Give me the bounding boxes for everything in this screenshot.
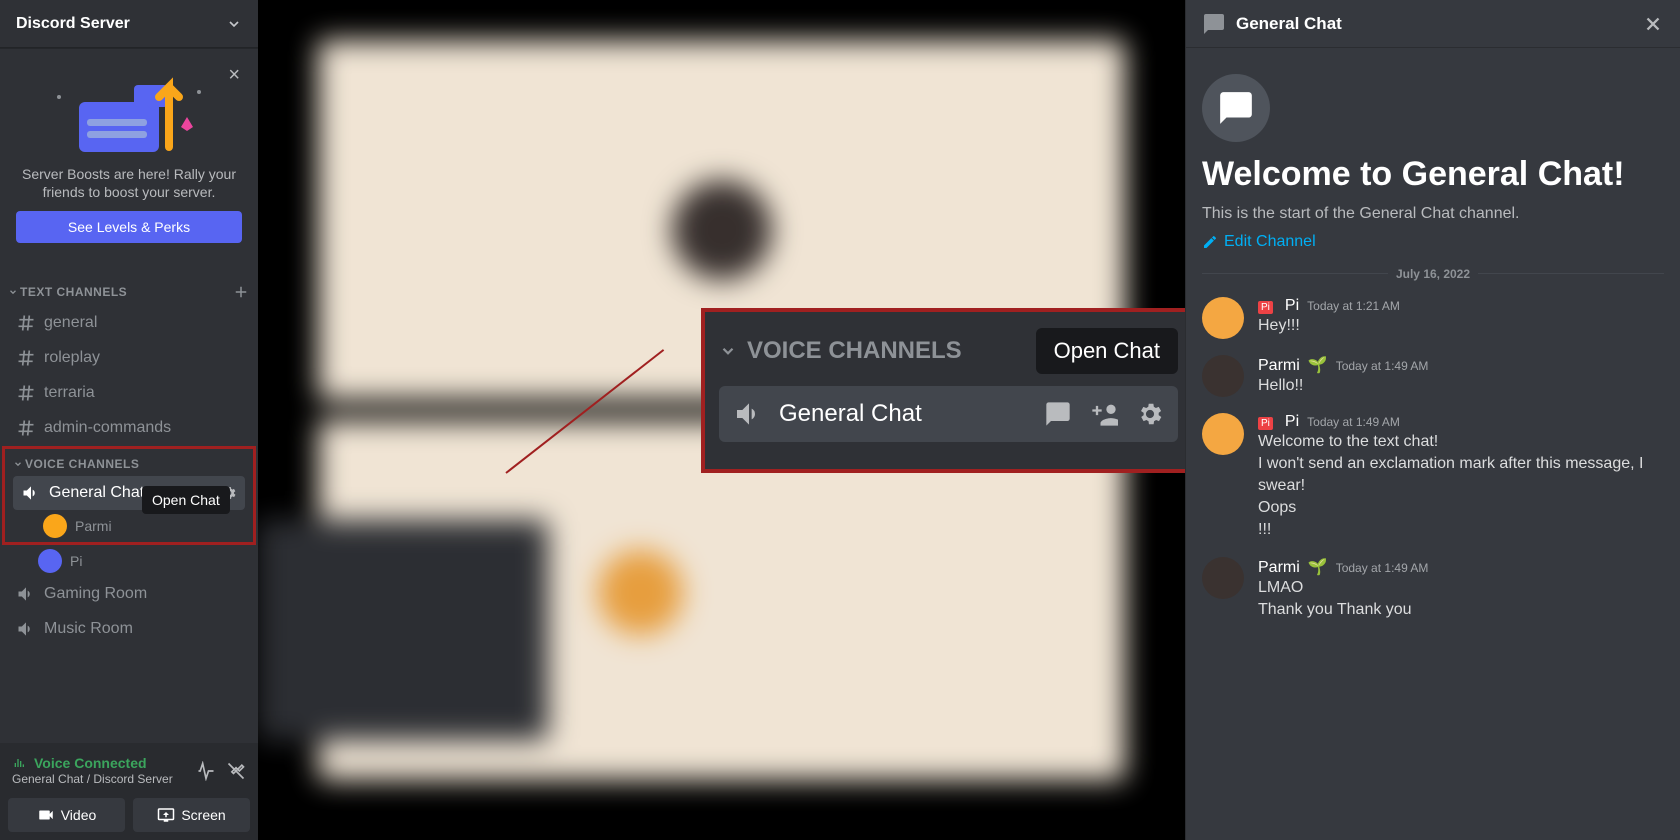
add-channel-icon[interactable]: [232, 283, 250, 301]
zoom-open-chat-tooltip: Open Chat: [1036, 328, 1178, 374]
boost-card: × Server Boosts are here! Rally your fri…: [8, 56, 250, 251]
message-author[interactable]: Pi: [1285, 297, 1299, 315]
text-channel-item[interactable]: terraria: [8, 376, 250, 410]
avatar[interactable]: [1202, 297, 1244, 339]
bottom-panel: Voice Connected General Chat / Discord S…: [0, 743, 258, 840]
chat-title-text: General Chat: [1236, 14, 1342, 34]
text-channel-item[interactable]: admin-commands: [8, 411, 250, 445]
hash-icon: [16, 348, 36, 368]
text-channel-item[interactable]: general: [8, 306, 250, 340]
category-label: VOICE CHANNELS: [13, 457, 139, 471]
message-timestamp: Today at 1:49 AM: [1336, 359, 1429, 373]
chevron-down-icon: [226, 16, 242, 32]
voice-user-pi[interactable]: Pi: [8, 546, 250, 576]
pi-badge: Pi: [1258, 417, 1273, 430]
avatar[interactable]: [1202, 413, 1244, 455]
speaker-icon: [733, 398, 765, 430]
message: Parmi 🌱 Today at 1:49 AM Hello!!: [1202, 351, 1664, 409]
channel-name: admin-commands: [44, 419, 171, 437]
zoom-callout: VOICE CHANNELS Open Chat General Chat: [701, 308, 1185, 473]
main-video-area: VOICE CHANNELS Open Chat General Chat: [258, 0, 1185, 840]
zoom-category-label: VOICE CHANNELS: [747, 337, 962, 365]
channel-name: Music Room: [44, 620, 133, 638]
voice-location: General Chat / Discord Server: [12, 772, 173, 786]
channel-list: TEXT CHANNELS general roleplay terraria adm…: [0, 267, 258, 743]
zoom-channel-name: General Chat: [779, 400, 1030, 428]
avatar: [38, 549, 62, 573]
speaker-icon: [16, 584, 36, 604]
voice-channel-item[interactable]: Gaming Room: [8, 577, 250, 611]
text-channel-item[interactable]: roleplay: [8, 341, 250, 375]
noise-suppression-icon[interactable]: [196, 761, 216, 781]
pi-badge: Pi: [1258, 301, 1273, 314]
message-author[interactable]: Pi: [1285, 413, 1299, 431]
avatar[interactable]: [1202, 355, 1244, 397]
message: Pi Pi Today at 1:21 AM Hey!!!: [1202, 293, 1664, 351]
chat-bubble-icon: [1202, 12, 1226, 36]
edit-channel-link[interactable]: Edit Channel: [1202, 233, 1664, 251]
avatar: [43, 514, 67, 538]
welcome-title: Welcome to General Chat!: [1202, 154, 1664, 195]
chat-bubble-icon: [1202, 74, 1270, 142]
date-divider: July 16, 2022: [1202, 267, 1664, 281]
message-author[interactable]: Parmi: [1258, 559, 1300, 577]
hash-icon: [16, 313, 36, 333]
voice-status: Voice Connected General Chat / Discord S…: [8, 751, 250, 790]
open-chat-tooltip: Open Chat: [142, 486, 230, 514]
voice-user-name: Pi: [70, 553, 82, 569]
message-timestamp: Today at 1:49 AM: [1307, 415, 1400, 429]
chat-header: General Chat: [1186, 0, 1680, 48]
message-author[interactable]: Parmi: [1258, 357, 1300, 375]
server-name: Discord Server: [16, 15, 130, 33]
message-text: LMAOThank you Thank you: [1258, 577, 1664, 621]
leaf-icon: 🌱: [1308, 557, 1328, 577]
voice-user-parmi[interactable]: Parmi: [13, 511, 245, 541]
text-channels-category[interactable]: TEXT CHANNELS: [0, 267, 258, 305]
voice-connected-label: Voice Connected: [12, 755, 173, 771]
see-levels-perks-button[interactable]: See Levels & Perks: [16, 211, 242, 243]
channel-name: roleplay: [44, 349, 100, 367]
category-label: TEXT CHANNELS: [8, 285, 127, 299]
voice-channel-item[interactable]: Music Room: [8, 612, 250, 646]
video-button[interactable]: Video: [8, 798, 125, 832]
hash-icon: [16, 418, 36, 438]
zoom-channel-row[interactable]: General Chat: [719, 386, 1178, 442]
channel-name: terraria: [44, 384, 95, 402]
message: Parmi 🌱 Today at 1:49 AM LMAOThank you Tha…: [1202, 553, 1664, 633]
close-icon[interactable]: [1642, 13, 1664, 35]
welcome-block: Welcome to General Chat! This is the sta…: [1202, 64, 1664, 251]
server-header[interactable]: Discord Server: [0, 0, 258, 48]
voice-channels-category[interactable]: VOICE CHANNELS Open Chat: [5, 449, 253, 475]
channel-name: Gaming Room: [44, 585, 147, 603]
boost-text: Server Boosts are here! Rally your frien…: [16, 159, 242, 211]
screen-button[interactable]: Screen: [133, 798, 250, 832]
disconnect-icon[interactable]: [226, 761, 246, 781]
message-timestamp: Today at 1:49 AM: [1336, 561, 1429, 575]
leaf-icon: 🌱: [1308, 355, 1328, 375]
channel-name: General Chat: [49, 484, 144, 502]
message-text: Hello!!: [1258, 375, 1664, 397]
chat-bubble-icon[interactable]: [1044, 400, 1072, 428]
message-text: Hey!!!: [1258, 315, 1664, 337]
chat-panel: General Chat Welcome to General Chat! Th…: [1185, 0, 1680, 840]
speaker-icon: [16, 619, 36, 639]
speaker-icon: [21, 483, 41, 503]
boost-illustration: [16, 64, 242, 159]
voice-section-highlight: VOICE CHANNELS Open Chat General Chat Pa…: [2, 446, 256, 545]
message-text: Welcome to the text chat!I won't send an…: [1258, 431, 1664, 541]
gear-icon[interactable]: [1136, 400, 1164, 428]
sidebar: Discord Server × Server Boosts are here!…: [0, 0, 258, 840]
welcome-subtitle: This is the start of the General Chat ch…: [1202, 205, 1664, 223]
message-timestamp: Today at 1:21 AM: [1307, 299, 1400, 313]
invite-icon[interactable]: [1090, 400, 1118, 428]
avatar[interactable]: [1202, 557, 1244, 599]
message: Pi Pi Today at 1:49 AM Welcome to the text …: [1202, 409, 1664, 553]
channel-name: general: [44, 314, 97, 332]
hash-icon: [16, 383, 36, 403]
voice-user-name: Parmi: [75, 518, 112, 534]
